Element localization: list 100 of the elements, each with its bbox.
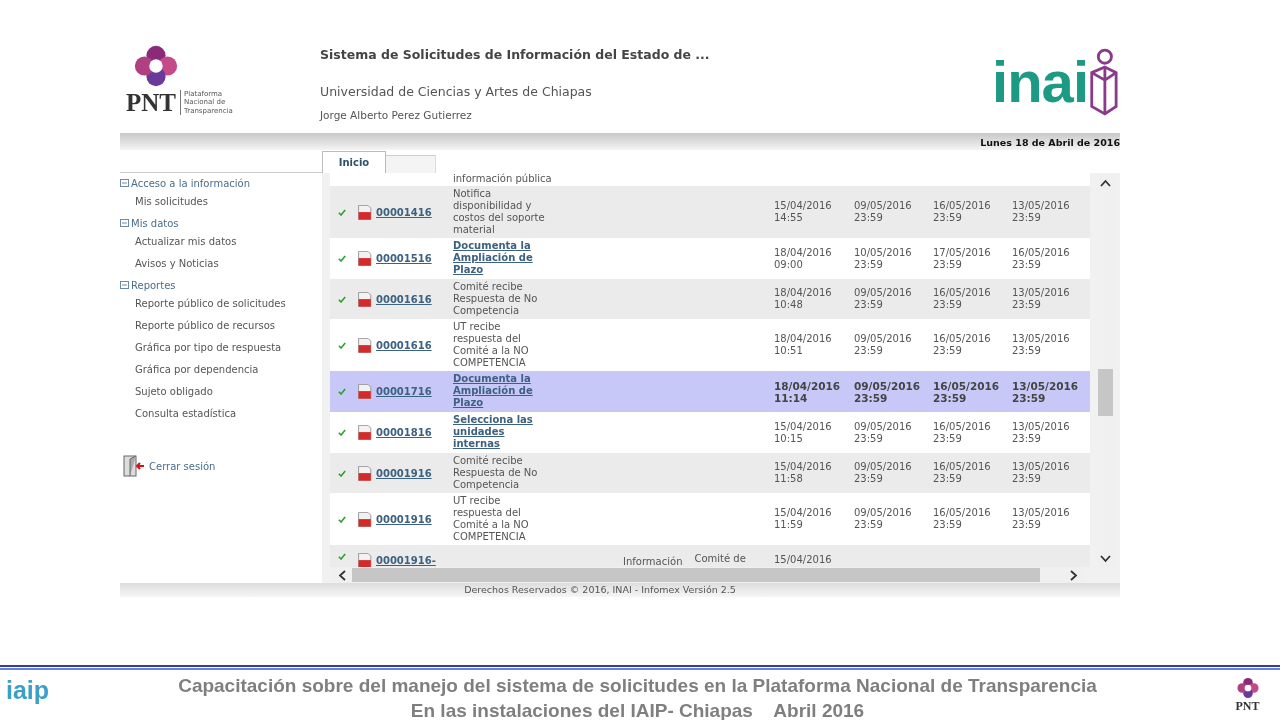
- status-text: Comité recibe Respuesta de No Competencia: [453, 455, 539, 491]
- section-link[interactable]: Acceso a la información: [131, 175, 250, 191]
- folio-link[interactable]: 00001716: [376, 382, 432, 401]
- date-cell-text: 10/05/2016 23:59: [854, 245, 913, 272]
- menu-link[interactable]: Gráfica por tipo de respuesta: [120, 337, 322, 359]
- logo-text: inai: [992, 52, 1088, 111]
- date-cell-text: 16/05/2016 23:59: [933, 332, 992, 358]
- logo-text: iaip: [6, 678, 50, 703]
- document-icon[interactable]: [356, 382, 373, 401]
- menu-link[interactable]: Mis solicitudes: [120, 191, 322, 213]
- document-icon[interactable]: [356, 335, 373, 355]
- status-text: Notifica disponibilidad y costos del soporte material: [453, 188, 546, 236]
- document-icon[interactable]: [356, 551, 373, 567]
- table-cell-text: Comité de: [694, 553, 746, 566]
- status-text: información pública: [453, 173, 553, 186]
- document-icon[interactable]: [356, 202, 373, 222]
- expand-icon[interactable]: [120, 281, 129, 289]
- date-cell-text: 09/05/2016 23:59: [854, 506, 913, 532]
- date-cell-text: 09/05/2016 23:59: [854, 419, 913, 446]
- date-cell-text: 18/04/2016 10:51: [774, 332, 833, 358]
- scroll-right-icon[interactable]: [1070, 569, 1078, 581]
- check-icon: [335, 427, 348, 438]
- copyright-text: Derechos Reservados © 2016, INAI - Infomex Versión 2.5: [464, 583, 736, 597]
- status-text: UT recibe respuesta del Comité a la NO COMPETENCIA: [453, 321, 530, 369]
- date-cell-text: 16/05/2016 23:59: [1012, 245, 1071, 272]
- table-row[interactable]: 00001416 Notifica disponibilidad y costos del soporte material 15/04/2016 14:55 09/05/2016 23:59 16/05/2016 23:59 13/05/2016 23:59: [330, 186, 1090, 238]
- date-cell-text: 09/05/2016 23:59: [854, 199, 913, 225]
- menu-link[interactable]: Actualizar mis datos: [120, 231, 322, 253]
- folio-link[interactable]: 00001916: [376, 463, 432, 483]
- scrollbar-thumb[interactable]: [1098, 369, 1113, 416]
- date-cell-text: 16/05/2016 23:59: [933, 460, 992, 486]
- menu-link[interactable]: Sujeto obligado: [120, 381, 322, 403]
- tab[interactable]: Inicio: [322, 151, 386, 173]
- status-link[interactable]: Selecciona las unidades internas: [453, 414, 549, 450]
- status-text: UT recibe respuesta del Comité a la NO COMPETENCIA: [453, 495, 530, 543]
- table-row[interactable]: 00001816 Selecciona las unidades internas 15/04/2016 10:15 09/05/2016 23:59 16/05/2016 23:59 13/05/2016 23:59: [330, 412, 1090, 453]
- scroll-down-icon[interactable]: [1100, 555, 1111, 563]
- slide-caption: Capacitación sobre del manejo del sistema de solicitudes en la Plataforma Nacional de Transparencia: [177, 674, 1098, 698]
- date-cell-text: 09/05/2016 23:59: [854, 332, 913, 358]
- date-cell-text: 13/05/2016 23:59: [1012, 378, 1080, 406]
- date-cell-text: 18/04/2016 09:00: [774, 245, 833, 272]
- date-cell-text: 16/05/2016 23:59: [933, 419, 992, 446]
- figure-logo-icon: [1088, 46, 1118, 117]
- table-row[interactable]: 00001616 Comité recibe Respuesta de No Competencia 18/04/2016 10:48 09/05/2016 23:59 16/05/2016 23:59 13/05/2016 23:59: [330, 279, 1090, 319]
- check-icon: [335, 551, 348, 562]
- document-icon[interactable]: [356, 289, 373, 309]
- date-cell-text: 13/05/2016 23:59: [1012, 286, 1071, 312]
- institution-name: Universidad de Ciencias y Artes de Chiapas: [320, 82, 593, 101]
- document-icon[interactable]: [356, 249, 373, 268]
- folio-link[interactable]: 00001616: [376, 335, 432, 355]
- folio-link[interactable]: 00001916: [376, 509, 432, 529]
- menu-link[interactable]: Reporte público de recursos: [120, 315, 322, 337]
- menu-link[interactable]: Avisos y Noticias: [120, 253, 322, 275]
- date-cell-text: 16/05/2016 23:59: [933, 286, 992, 312]
- expand-icon[interactable]: [120, 219, 129, 227]
- scrollbar-thumb[interactable]: [352, 568, 1040, 582]
- logo-text: PNT: [126, 90, 176, 116]
- date-cell-text: 09/05/2016 23:59: [854, 460, 913, 486]
- folio-link[interactable]: 00001816: [376, 423, 432, 442]
- check-icon: [335, 386, 348, 397]
- date-cell-text: 18/04/2016 10:48: [774, 286, 833, 312]
- date-cell-text: 13/05/2016 23:59: [1012, 332, 1071, 358]
- logo-text: PNT: [1235, 700, 1260, 712]
- date-cell-text: 15/04/2016 11:58: [774, 460, 833, 486]
- folio-link[interactable]: 00001516: [376, 249, 432, 268]
- document-icon[interactable]: [356, 509, 373, 529]
- section-link[interactable]: Mis datos: [131, 215, 179, 231]
- check-icon: [335, 253, 348, 264]
- date-cell-text: 16/05/2016 23:59: [933, 506, 992, 532]
- date-cell-text: 13/05/2016 23:59: [1012, 199, 1071, 225]
- table-row[interactable]: 00001516 Documenta la Ampliación de Plazo 18/04/2016 09:00 10/05/2016 23:59 17/05/2016 23:59 16/05/2016 23:59: [330, 238, 1090, 279]
- date-cell-text: 09/05/2016 23:59: [854, 378, 922, 406]
- table-row[interactable]: 00001616 UT recibe respuesta del Comité a la NO COMPETENCIA 18/04/2016 10:51 09/05/2016 23:59 16/05/2016 23:59 13/05/2016 23:59: [330, 319, 1090, 371]
- menu-link[interactable]: Gráfica por dependencia: [120, 359, 322, 381]
- table-row[interactable]: 00001716 Documenta la Ampliación de Plazo 18/04/2016 11:14 09/05/2016 23:59 16/05/2016 23:59 13/05/2016 23:59: [330, 371, 1090, 412]
- folio-link[interactable]: 00001416: [376, 202, 432, 222]
- menu-link[interactable]: Consulta estadística: [120, 403, 322, 425]
- menu-link[interactable]: Reporte público de solicitudes: [120, 293, 322, 315]
- table-row[interactable]: 00001916 Comité recibe Respuesta de No Competencia 15/04/2016 11:58 09/05/2016 23:59 16/05/2016 23:59 13/05/2016 23:59: [330, 453, 1090, 493]
- table-cell-text: Información: [623, 555, 683, 567]
- table-row[interactable]: 00001916 UT recibe respuesta del Comité a la NO COMPETENCIA 15/04/2016 11:59 09/05/2016 23:59 16/05/2016 23:59 13/05/2016 23:59: [330, 493, 1090, 545]
- status-link[interactable]: Documenta la Ampliación de Plazo: [453, 240, 549, 276]
- scroll-up-icon[interactable]: [1100, 179, 1111, 187]
- date-cell-text: 15/04/2016 10:15: [774, 419, 833, 446]
- date-cell-text: 15/04/2016 11:59: [774, 506, 833, 532]
- date-cell-text: 15/04/2016: [774, 553, 833, 567]
- document-icon[interactable]: [356, 463, 373, 483]
- section-link[interactable]: Reportes: [131, 277, 176, 293]
- expand-icon[interactable]: [120, 179, 129, 187]
- logout-link[interactable]: Cerrar sesión: [149, 458, 216, 474]
- door-exit-icon[interactable]: [123, 455, 145, 477]
- date-cell-text: 16/05/2016 23:59: [933, 378, 1001, 406]
- folio-link[interactable]: 00001616: [376, 289, 432, 309]
- date-cell-text: 13/05/2016 23:59: [1012, 460, 1071, 486]
- current-date: Lunes 18 de Abril de 2016: [980, 135, 1120, 150]
- status-link[interactable]: Documenta la Ampliación de Plazo: [453, 373, 549, 409]
- folio-link[interactable]: 00001916-: [376, 551, 436, 567]
- document-icon[interactable]: [356, 423, 373, 442]
- scroll-left-icon[interactable]: [338, 569, 346, 581]
- date-cell-text: 16/05/2016 23:59: [933, 199, 992, 225]
